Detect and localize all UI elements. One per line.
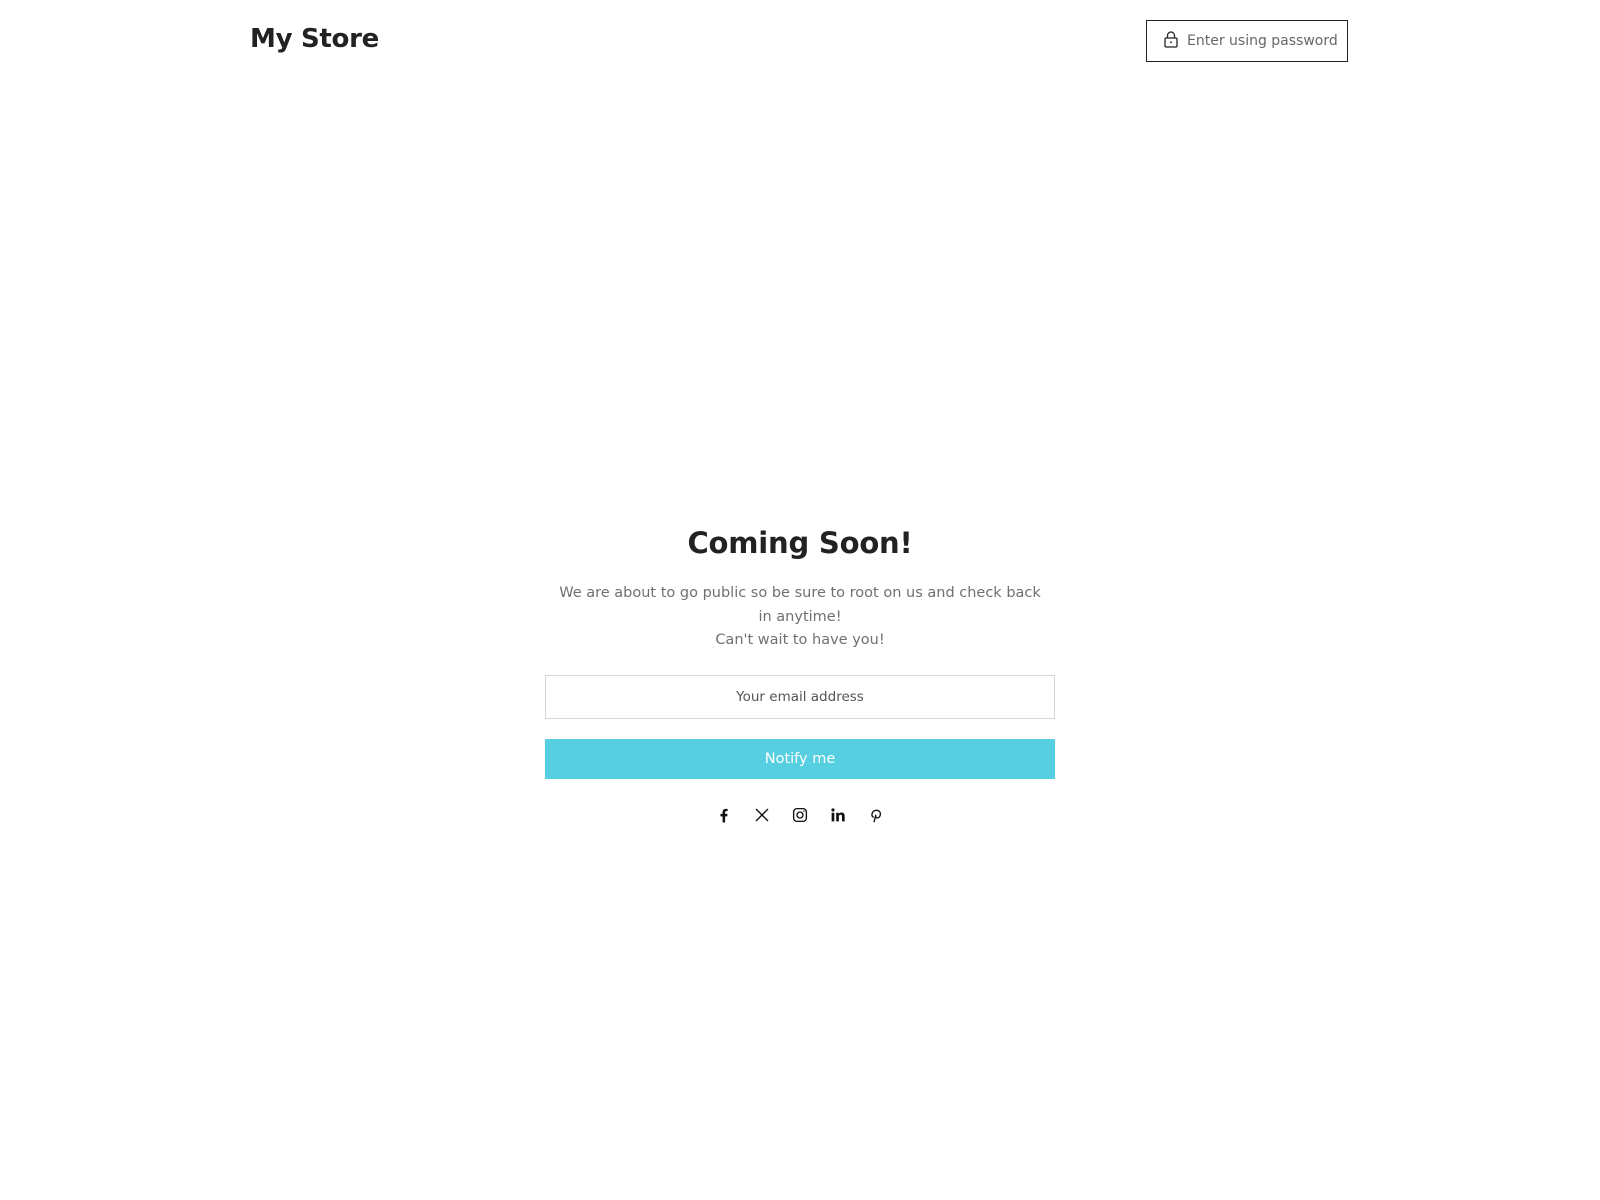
enter-using-password-label: Enter using password bbox=[1187, 33, 1338, 49]
lock-icon bbox=[1163, 30, 1179, 48]
email-input[interactable] bbox=[545, 674, 1055, 719]
description-line-1: We are about to go public so be sure to … bbox=[559, 585, 1041, 625]
facebook-icon[interactable] bbox=[714, 805, 734, 825]
enter-using-password-button[interactable]: Enter using password bbox=[1146, 20, 1348, 62]
coming-soon-section: Coming Soon! We are about to go public s… bbox=[545, 520, 1055, 825]
page-title: Coming Soon! bbox=[687, 526, 913, 560]
x-icon[interactable] bbox=[752, 805, 772, 825]
store-logo-text[interactable]: My Store bbox=[250, 24, 379, 54]
page-description: We are about to go public so be sure to … bbox=[545, 582, 1055, 653]
pinterest-icon[interactable] bbox=[866, 805, 886, 825]
linkedin-icon[interactable] bbox=[828, 805, 848, 825]
social-links bbox=[545, 805, 1055, 825]
description-line-2: Can't wait to have you! bbox=[715, 632, 885, 648]
instagram-icon[interactable] bbox=[790, 805, 810, 825]
site-header: My Store Enter using password bbox=[0, 0, 1600, 86]
notify-me-button[interactable]: Notify me bbox=[545, 738, 1055, 779]
